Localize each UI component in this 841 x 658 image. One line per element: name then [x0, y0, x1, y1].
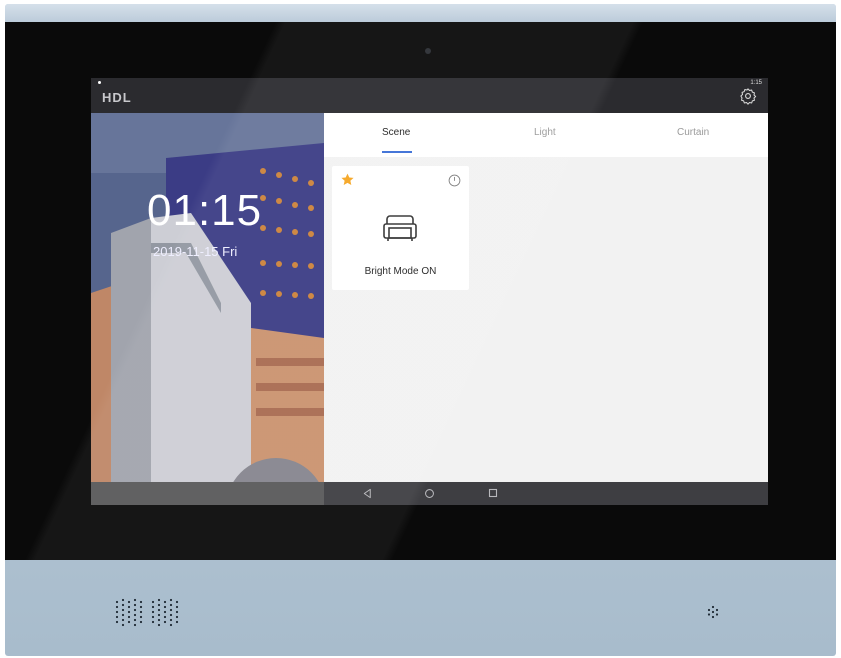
category-tabs: Scene Light Curtain [324, 113, 768, 157]
touch-screen: HDL 1:15 01:15 2019-11-15 Fri Scene Ligh… [91, 78, 768, 505]
screen-bezel: HDL 1:15 01:15 2019-11-15 Fri Scene Ligh… [5, 22, 836, 560]
favorite-star-icon[interactable] [340, 172, 355, 187]
notification-dot [98, 81, 101, 84]
home-wallpaper: 01:15 2019-11-15 Fri [91, 113, 324, 482]
device-top-edge [5, 4, 836, 24]
speaker-grille [115, 598, 179, 627]
scene-card-bright-mode[interactable]: Bright Mode ON [332, 166, 469, 290]
wall-panel-device: HDL 1:15 01:15 2019-11-15 Fri Scene Ligh… [5, 4, 836, 656]
brand-logo: HDL [102, 90, 132, 105]
navbar-wallpaper-overlay [91, 482, 324, 505]
control-panel: Scene Light Curtain Bright Mode ON [324, 113, 768, 482]
timer-icon[interactable] [448, 174, 461, 187]
recent-apps-icon[interactable] [488, 488, 498, 498]
active-tab-indicator [382, 151, 412, 153]
home-date: 2019-11-15 Fri [153, 244, 238, 259]
settings-icon[interactable] [739, 87, 757, 105]
wallpaper-image [91, 113, 324, 482]
navigation-bar [91, 482, 768, 505]
status-bar: HDL 1:15 [91, 78, 768, 113]
scene-label: Bright Mode ON [364, 266, 437, 277]
tab-curtain[interactable]: Curtain [677, 127, 709, 138]
microphone-grille [707, 605, 719, 619]
home-icon[interactable] [424, 488, 435, 499]
status-time: 1:15 [750, 80, 762, 86]
front-camera [425, 48, 431, 54]
home-clock: 01:15 [147, 186, 263, 235]
back-icon[interactable] [362, 488, 373, 499]
sofa-icon [383, 215, 417, 241]
tab-light[interactable]: Light [534, 127, 556, 138]
tab-scene[interactable]: Scene [382, 127, 410, 138]
